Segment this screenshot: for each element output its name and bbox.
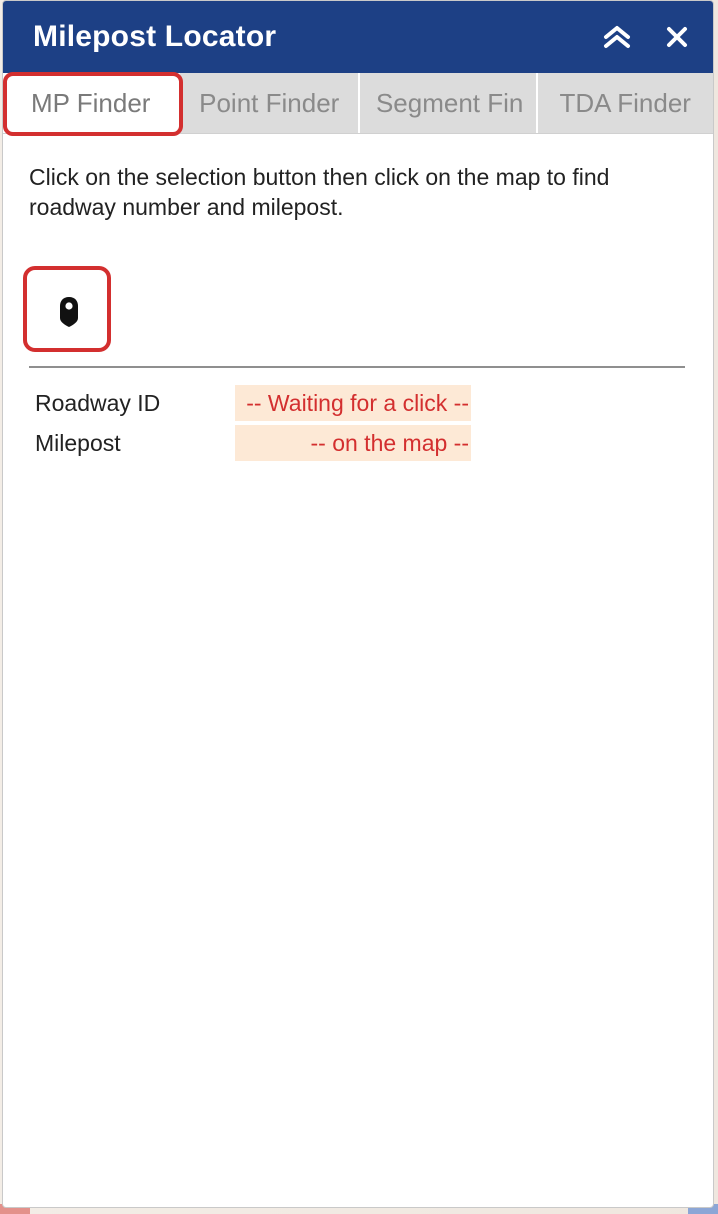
results-table: Roadway ID -- Waiting for a click -- Mil… <box>29 384 687 462</box>
close-icon <box>667 27 687 47</box>
divider <box>29 366 685 368</box>
selection-button[interactable] <box>31 276 107 348</box>
milepost-locator-panel: Milepost Locator MP Finder Point Finder … <box>2 0 714 1208</box>
close-button[interactable] <box>655 15 699 59</box>
double-chevron-up-icon <box>604 26 630 48</box>
instructions-text: Click on the selection button then click… <box>29 164 610 220</box>
roadway-id-value: -- Waiting for a click -- <box>235 385 471 421</box>
tab-mp-finder[interactable]: MP Finder <box>3 73 181 133</box>
selection-button-wrap <box>23 266 111 352</box>
mp-finder-content: Click on the selection button then click… <box>3 134 713 462</box>
milepost-value: -- on the map -- <box>235 425 471 461</box>
milepost-row: Milepost -- on the map -- <box>29 424 687 462</box>
finder-tabs: MP Finder Point Finder Segment Fin TDA F… <box>3 73 713 134</box>
tab-tda-finder[interactable]: TDA Finder <box>537 73 713 133</box>
milepost-label: Milepost <box>35 429 121 456</box>
roadway-id-label: Roadway ID <box>35 389 161 416</box>
collapse-button[interactable] <box>595 15 639 59</box>
panel-title: Milepost Locator <box>33 20 277 53</box>
panel-header: Milepost Locator <box>3 1 713 73</box>
map-pin-icon <box>60 297 78 327</box>
roadway-row: Roadway ID -- Waiting for a click -- <box>29 384 687 422</box>
tab-point-finder[interactable]: Point Finder <box>180 73 360 133</box>
tab-segment-finder[interactable]: Segment Fin <box>359 73 538 133</box>
